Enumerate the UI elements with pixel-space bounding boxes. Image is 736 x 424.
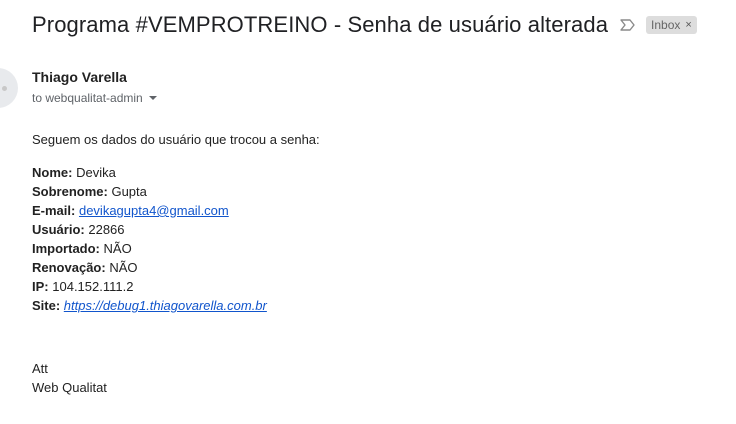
field-value: 22866 [88, 222, 125, 237]
email-subject: Programa #VEMPROTREINO - Senha de usuári… [32, 12, 609, 37]
field-label: E-mail: [32, 203, 76, 218]
inbox-label-text: Inbox [651, 18, 681, 32]
message-body: Seguem os dados do usuário que trocou a … [32, 130, 320, 315]
site-link[interactable]: https://debug1.thiagovarella.com.br [64, 298, 267, 313]
email-view: Programa #VEMPROTREINO - Senha de usuári… [0, 0, 736, 424]
field-email: E-mail: devikagupta4@gmail.com [32, 201, 320, 220]
field-label: IP: [32, 279, 49, 294]
inbox-label-chip[interactable]: Inbox × [646, 16, 697, 34]
signoff: Att Web Qualitat [32, 359, 107, 397]
sender-name[interactable]: Thiago Varella [32, 69, 127, 85]
field-value: 104.152.111.2 [52, 279, 134, 294]
field-label: Importado: [32, 241, 100, 256]
field-label: Nome: [32, 165, 73, 180]
field-value: NÃO [109, 260, 138, 275]
field-site: Site: https://debug1.thiagovarella.com.b… [32, 296, 320, 315]
field-label: Usuário: [32, 222, 85, 237]
recipient-text: to webqualitat-admin [32, 91, 143, 105]
field-importado: Importado: NÃO [32, 239, 320, 258]
field-label: Site: [32, 298, 61, 313]
signoff-line: Att [32, 361, 48, 376]
email-link[interactable]: devikagupta4@gmail.com [79, 203, 229, 218]
field-ip: IP: 104.152.111.2 [32, 277, 320, 296]
avatar-dot [2, 86, 7, 91]
field-sobrenome: Sobrenome: Gupta [32, 182, 320, 201]
field-label: Renovação: [32, 260, 106, 275]
field-value: NÃO [103, 241, 132, 256]
field-usuario: Usuário: 22866 [32, 220, 320, 239]
field-value: Devika [76, 165, 116, 180]
chevron-down-icon[interactable] [148, 96, 157, 100]
recipient-row: to webqualitat-admin [32, 91, 157, 105]
field-label: Sobrenome: [32, 184, 108, 199]
field-nome: Nome: Devika [32, 163, 320, 182]
importance-marker-icon[interactable] [620, 18, 636, 32]
message-intro: Seguem os dados do usuário que trocou a … [32, 132, 320, 147]
avatar[interactable] [0, 68, 18, 108]
field-renovacao: Renovação: NÃO [32, 258, 320, 277]
subject-row: Programa #VEMPROTREINO - Senha de usuári… [32, 12, 697, 38]
field-value: Gupta [111, 184, 147, 199]
close-icon[interactable]: × [685, 19, 691, 31]
signoff-name: Web Qualitat [32, 380, 107, 395]
